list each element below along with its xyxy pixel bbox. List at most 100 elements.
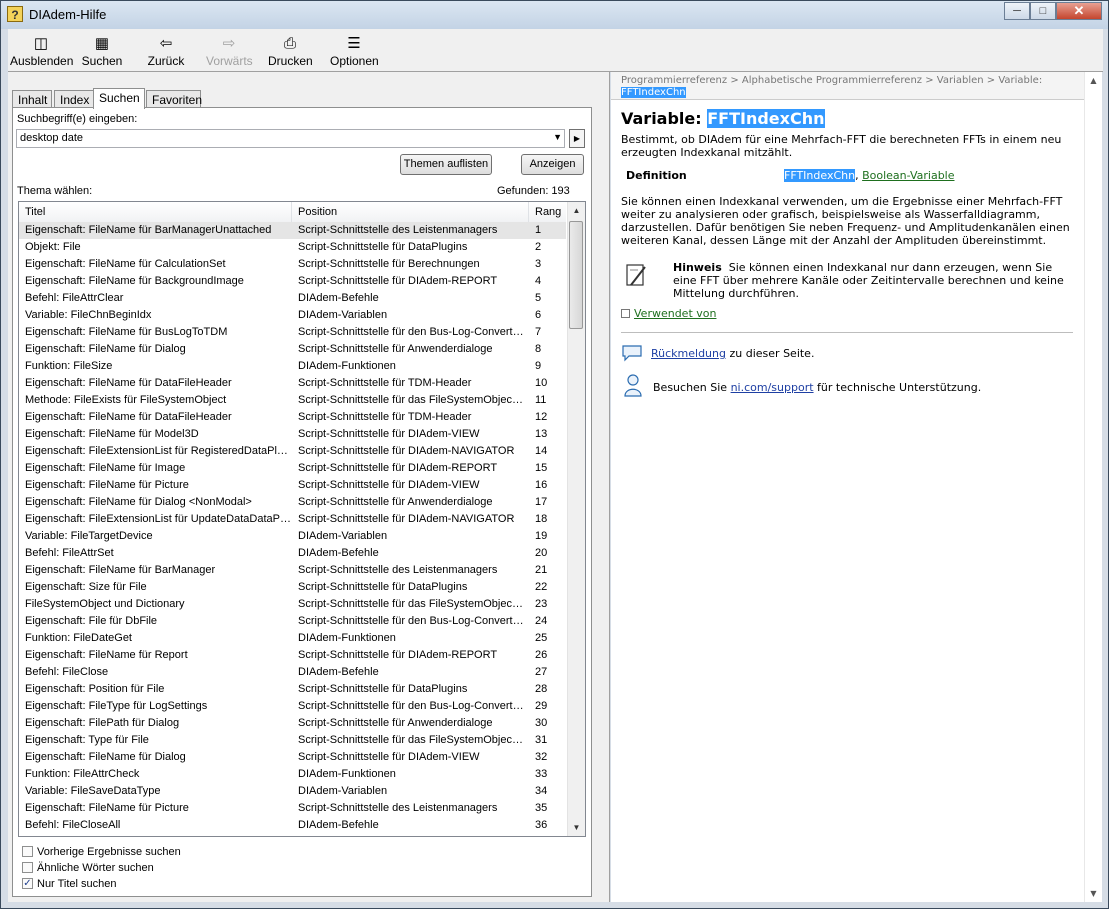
row-title: Eigenschaft: Type für File <box>25 734 149 746</box>
table-row[interactable]: Funktion: FileDateGet DIAdem-Funktionen 25 <box>19 630 566 647</box>
pane-splitter[interactable] <box>602 72 610 902</box>
options-button[interactable]: ☰ Optionen <box>330 31 379 69</box>
search-input[interactable]: desktop date ▼ <box>16 129 565 148</box>
table-row[interactable]: Objekt: File Script-Schnittstelle für Dat… <box>19 239 566 256</box>
table-row[interactable]: Methode: FileExists für FileSystemObject… <box>19 392 566 409</box>
scroll-thumb[interactable] <box>569 221 583 329</box>
definition-label: Definition <box>626 169 687 182</box>
column-position[interactable]: Position <box>292 202 529 222</box>
table-row[interactable]: Eigenschaft: FileName für BarManagerUnat… <box>19 222 566 239</box>
row-rank: 9 <box>535 360 542 372</box>
table-row[interactable]: Eigenschaft: Position für File Script-Sch… <box>19 681 566 698</box>
boolean-variable-link[interactable]: Boolean-Variable <box>862 169 954 182</box>
speech-bubble-icon <box>622 345 642 362</box>
column-titel[interactable]: Titel <box>19 202 292 222</box>
table-row[interactable]: Funktion: FileAttrCheck DIAdem-Funktionen… <box>19 766 566 783</box>
table-row[interactable]: Eigenschaft: FileExtensionList für Updat… <box>19 511 566 528</box>
table-row[interactable]: Variable: FileSaveDataType DIAdem-Variabl… <box>19 783 566 800</box>
row-position: DIAdem-Befehle <box>298 819 379 831</box>
table-row[interactable]: Eigenschaft: Size für File Script-Schnitt… <box>19 579 566 596</box>
checkbox-previous-results[interactable] <box>22 846 33 857</box>
option-previous-results[interactable]: Vorherige Ergebnisse suchen <box>22 844 181 859</box>
list-topics-button[interactable]: Themen auflisten <box>400 154 492 175</box>
breadcrumb-current: FFTIndexChn <box>621 87 686 98</box>
page-title: Variable: FFTIndexChn <box>621 109 1071 128</box>
scroll-down-icon[interactable]: ▼ <box>568 819 585 836</box>
row-rank: 19 <box>535 530 548 542</box>
option-similar-words[interactable]: Ähnliche Wörter suchen <box>22 860 154 875</box>
expand-icon[interactable] <box>621 309 630 318</box>
table-row[interactable]: Eigenschaft: FileName für DataFileHeader… <box>19 409 566 426</box>
table-row[interactable]: Befehl: FileAttrClear DIAdem-Befehle 5 <box>19 290 566 307</box>
table-row[interactable]: Eigenschaft: FileName für DataFileHeader… <box>19 375 566 392</box>
row-rank: 30 <box>535 717 548 729</box>
table-row[interactable]: Eigenschaft: FileName für CalculationSet… <box>19 256 566 273</box>
maximize-button[interactable]: □ <box>1030 2 1056 20</box>
dropdown-arrow-icon[interactable]: ▼ <box>553 132 562 142</box>
tab-index[interactable]: Index <box>54 90 94 108</box>
topic-scroll-down-icon[interactable]: ▼ <box>1085 885 1102 902</box>
table-row[interactable]: Befehl: FileAttrSet DIAdem-Befehle 20 <box>19 545 566 562</box>
table-row[interactable]: Eigenschaft: FileName für Picture Script-… <box>19 800 566 817</box>
tab-favoriten[interactable]: Favoriten <box>146 90 202 108</box>
table-row[interactable]: Eigenschaft: FilePath für Dialog Script-S… <box>19 715 566 732</box>
column-rang[interactable]: Rang <box>529 202 566 222</box>
topic-scroll-up-icon[interactable]: ▲ <box>1085 72 1102 89</box>
results-list[interactable]: Titel Position Rang Eigenschaft: FileNam… <box>18 201 586 837</box>
row-rank: 33 <box>535 768 548 780</box>
table-row[interactable]: Eigenschaft: FileName für BackgroundImag… <box>19 273 566 290</box>
row-title: Eigenschaft: FileName für BackgroundImag… <box>25 275 244 287</box>
table-row[interactable]: Eigenschaft: FileName für Image Script-Sc… <box>19 460 566 477</box>
tab-suchen[interactable]: Suchen <box>93 88 145 109</box>
table-row[interactable]: Variable: FileTargetDevice DIAdem-Variabl… <box>19 528 566 545</box>
used-by-toggle[interactable]: Verwendet von <box>621 307 1071 320</box>
table-row[interactable]: Eigenschaft: FileName für Report Script-S… <box>19 647 566 664</box>
play-arrow-icon[interactable]: ▶ <box>569 129 585 148</box>
forward-arrow-icon: ⇨ <box>222 35 236 52</box>
used-by-link[interactable]: Verwendet von <box>634 307 716 320</box>
hint-pen-icon <box>626 264 646 286</box>
row-title: Eigenschaft: FileName für BusLogToTDM <box>25 326 228 338</box>
checkbox-titles-only[interactable]: ✓ <box>22 878 33 889</box>
support-link[interactable]: ni.com/support <box>731 381 814 394</box>
table-row[interactable]: Funktion: FileSize DIAdem-Funktionen 9 <box>19 358 566 375</box>
tab-inhalt[interactable]: Inhalt <box>12 90 52 108</box>
row-rank: 22 <box>535 581 548 593</box>
results-scrollbar[interactable]: ▲ ▼ <box>567 202 585 836</box>
option-similar-words-label: Ähnliche Wörter suchen <box>37 861 154 874</box>
table-row[interactable]: Eigenschaft: FileName für Dialog Script-S… <box>19 749 566 766</box>
table-row[interactable]: Eigenschaft: FileName für Picture Script-… <box>19 477 566 494</box>
topic-scrollbar[interactable]: ▲ ▼ <box>1084 72 1102 902</box>
scroll-up-icon[interactable]: ▲ <box>568 202 585 219</box>
option-titles-only[interactable]: ✓ Nur Titel suchen <box>22 876 116 891</box>
table-row[interactable]: Eigenschaft: FileExtensionList für Regis… <box>19 443 566 460</box>
back-button[interactable]: ⇦ Zurück <box>146 31 186 69</box>
minimize-button[interactable]: ─ <box>1004 2 1030 20</box>
table-row[interactable]: Eigenschaft: File für DbFile Script-Schni… <box>19 613 566 630</box>
search-button[interactable]: ▦ Suchen <box>80 31 124 69</box>
close-button[interactable]: ✕ <box>1056 2 1102 20</box>
table-row[interactable]: Eigenschaft: FileName für BarManager Scri… <box>19 562 566 579</box>
title-bar[interactable]: ? DIAdem-Hilfe ─ □ ✕ <box>1 1 1108 29</box>
table-row[interactable]: Eigenschaft: FileName für Dialog Script-S… <box>19 341 566 358</box>
show-button[interactable]: Anzeigen <box>521 154 584 175</box>
hide-button[interactable]: ◫ Ausblenden <box>10 31 73 69</box>
table-row[interactable]: Eigenschaft: Type für File Script-Schnitt… <box>19 732 566 749</box>
table-row[interactable]: Eigenschaft: FileType für LogSettings Scr… <box>19 698 566 715</box>
row-title: Variable: FileChnBeginIdx <box>25 309 152 321</box>
table-row[interactable]: Befehl: FileClose DIAdem-Befehle 27 <box>19 664 566 681</box>
table-row[interactable]: Eigenschaft: FileName für Model3D Script-… <box>19 426 566 443</box>
row-title: Eigenschaft: Size für File <box>25 581 147 593</box>
checkbox-similar-words[interactable] <box>22 862 33 873</box>
row-rank: 29 <box>535 700 548 712</box>
forward-button[interactable]: ⇨ Vorwärts <box>206 31 253 69</box>
feedback-link[interactable]: Rückmeldung <box>651 347 726 360</box>
table-row[interactable]: Variable: FileChnBeginIdx DIAdem-Variable… <box>19 307 566 324</box>
definition-row: Definition FFTIndexChn, Boolean-Variable <box>621 169 1071 185</box>
row-title: Eigenschaft: FileExtensionList für Regis… <box>25 445 293 457</box>
table-row[interactable]: Befehl: FileCloseAll DIAdem-Befehle 36 <box>19 817 566 834</box>
table-row[interactable]: Eigenschaft: FileName für BusLogToTDM Scr… <box>19 324 566 341</box>
table-row[interactable]: Eigenschaft: FileName für Dialog <NonMod… <box>19 494 566 511</box>
table-row[interactable]: FileSystemObject und Dictionary Script-Sc… <box>19 596 566 613</box>
print-button[interactable]: ⎙ Drucken <box>268 31 313 69</box>
